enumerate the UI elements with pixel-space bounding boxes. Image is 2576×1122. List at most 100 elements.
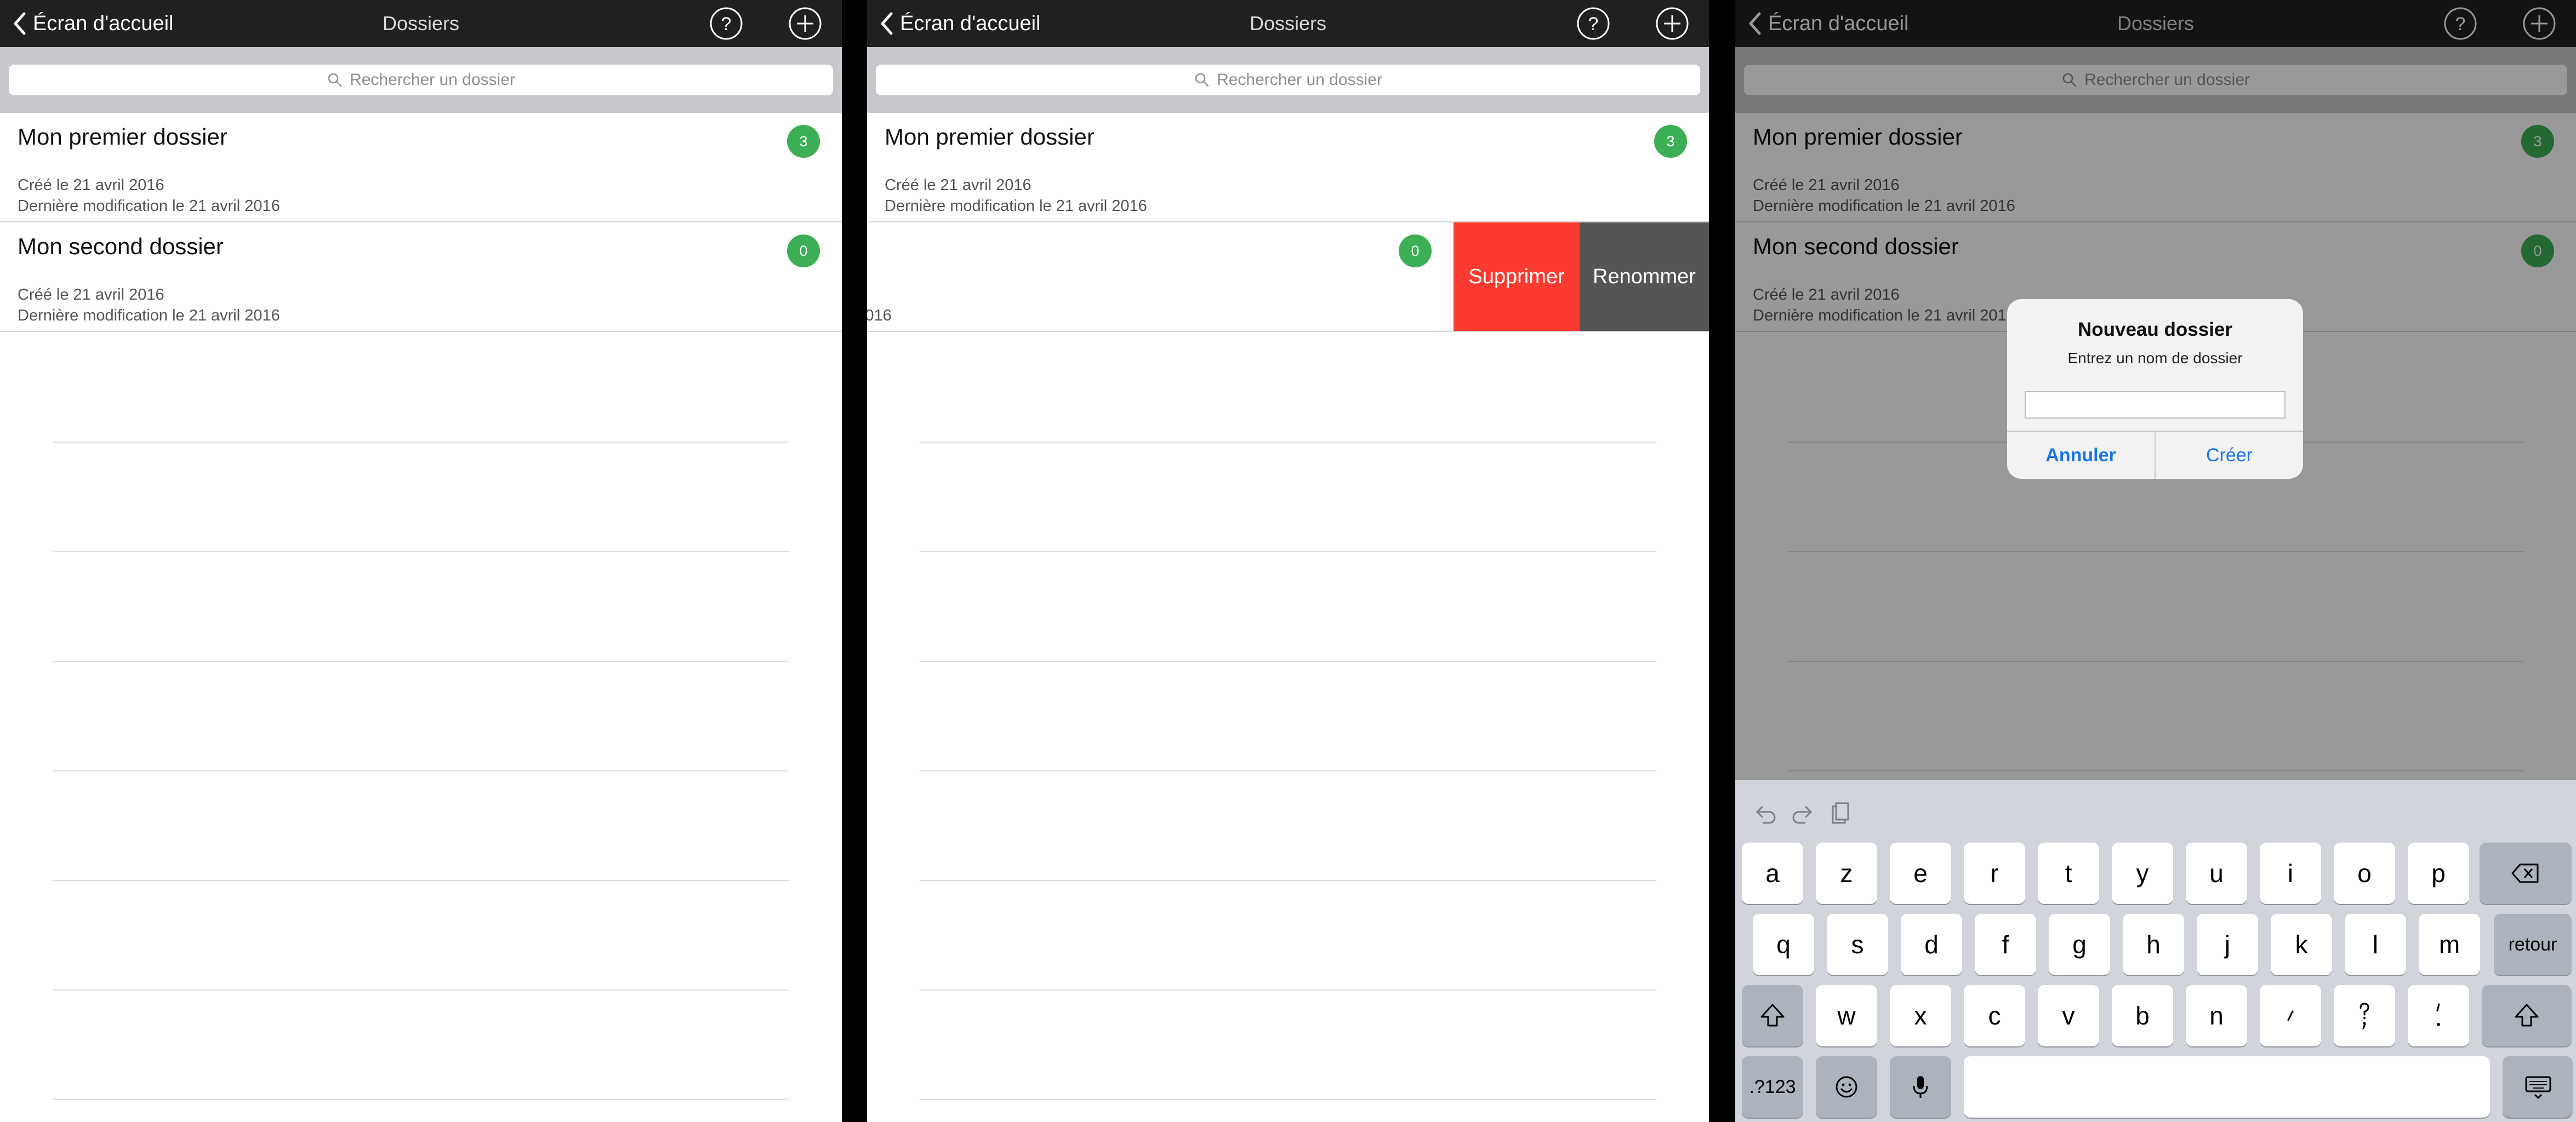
empty-row-separator [53,551,789,552]
back-button[interactable]: Écran d'accueil [879,9,1041,38]
key-letter[interactable]: g [2049,914,2110,975]
key-apostrophe-period[interactable] [2408,985,2469,1046]
help-circle-icon: ? [1577,7,1610,40]
dictation-key[interactable] [1890,1056,1951,1118]
chevron-left-icon [881,12,893,35]
key-letter[interactable]: n [2186,985,2247,1046]
paste-button[interactable] [1826,800,1854,827]
folder-name: Mon premier dossier [18,124,227,150]
folders-screen-swipe: Écran d'accueil Dossiers ? Rechercher un… [867,0,1709,1122]
search-input[interactable]: Rechercher un dossier [9,65,833,95]
help-button[interactable]: ? [1576,7,1610,41]
empty-row-separator [920,770,1656,771]
key-letter[interactable]: m [2419,914,2480,975]
emoji-key[interactable] [1816,1056,1877,1118]
key-letter[interactable]: x [1890,985,1951,1046]
hide-keyboard-key[interactable] [2506,1056,2571,1118]
redo-icon [1792,805,1813,824]
empty-row-separator [920,880,1656,881]
folder-row[interactable]: Mon premier dossier Créé le 21 avril 201… [0,113,842,222]
undo-button[interactable] [1752,800,1779,827]
search-input[interactable]: Rechercher un dossier [876,65,1700,95]
shift-key[interactable] [2482,985,2572,1046]
search-icon [328,73,342,87]
empty-row-separator [920,661,1656,662]
key-letter[interactable]: b [2112,985,2173,1046]
key-question-comma[interactable] [2334,985,2395,1046]
key-letter[interactable]: h [2123,914,2184,975]
folder-row[interactable]: Mon premier dossier Créé le 21 avril 201… [867,113,1709,222]
space-key[interactable] [1964,1056,2490,1118]
folder-name: Mon premier dossier [885,124,1095,150]
folder-row[interactable]: Mon second dossier Créé le 21 avril 2016… [0,222,842,332]
empty-row-separator [53,880,789,881]
key-letter[interactable]: r [1964,843,2025,904]
key-letter[interactable]: j [2197,914,2258,975]
folders-screen-default: Écran d'accueil Dossiers ? Rechercher un… [0,0,842,1122]
key-letter[interactable]: q [1753,914,1814,975]
key-letter[interactable]: f [1975,914,2036,975]
emoji-icon [1836,1076,1857,1098]
empty-row-separator [920,989,1656,991]
shift-icon [1760,1004,1785,1027]
cancel-button[interactable]: Annuler [2007,432,2156,479]
key-letter[interactable]: i [2260,843,2321,904]
key-letter[interactable]: z [1816,843,1877,904]
key-letter[interactable]: e [1890,843,1951,904]
key-letter[interactable]: l [2345,914,2406,975]
empty-row-separator [53,1099,789,1100]
key-letter[interactable]: d [1901,914,1962,975]
key-letter[interactable]: a [1742,843,1803,904]
back-button[interactable]: Écran d'accueil [12,9,174,38]
backspace-key[interactable] [2480,843,2572,904]
key-letter[interactable]: s [1827,914,1888,975]
keyboard-shortcut-bar [1735,780,2576,837]
folder-name: Mon second dossier [18,233,224,259]
folder-modified-date: Dernière modification le 21 avril 2016 [18,197,280,215]
acute-accent-icon [2287,1010,2294,1021]
folder-modified-date: Dernière modification le 21 avril 2016 [885,197,1147,215]
empty-row-separator [53,770,789,771]
key-letter[interactable]: t [2038,843,2099,904]
search-placeholder: Rechercher un dossier [1217,71,1382,89]
new-folder-alert: Nouveau dossier Entrez un nom de dossier… [2007,299,2303,479]
folder-name-input[interactable] [2025,391,2286,419]
key-letter[interactable]: c [1964,985,2025,1046]
key-letter[interactable]: k [2271,914,2332,975]
clipboard-icon [1832,802,1849,824]
key-accent[interactable] [2260,985,2321,1046]
key-letter[interactable]: y [2112,843,2173,904]
empty-row-separator [53,442,789,443]
navigation-bar: Écran d'accueil Dossiers ? [0,0,842,47]
key-letter[interactable]: p [2408,843,2469,904]
key-letter[interactable]: o [2334,843,2395,904]
key-letter[interactable]: v [2038,985,2099,1046]
apostrophe-period-icon [2436,1003,2440,1026]
add-folder-button[interactable] [1655,7,1689,41]
add-folder-button[interactable] [788,7,822,41]
question-comma-icon [2360,1003,2369,1029]
folder-created-date: Créé le 21 avril 2016 [885,176,1031,194]
folder-count-badge: 3 [1654,125,1687,158]
create-button[interactable]: Créer [2156,432,2303,479]
return-key[interactable]: retour [2494,914,2572,975]
folder-created-date: Créé le 21 avril 2016 [18,286,164,304]
search-icon [1195,73,1209,87]
empty-row-separator [920,1099,1656,1100]
folder-count-badge: 0 [1399,234,1432,267]
redo-button[interactable] [1789,800,1816,827]
key-letter[interactable]: u [2186,843,2247,904]
numbers-key[interactable]: .?123 [1742,1056,1803,1118]
key-letter[interactable]: w [1816,985,1877,1046]
add-circle-icon [789,7,822,40]
rename-button[interactable]: Renommer [1580,222,1709,331]
shift-key[interactable] [1742,985,1803,1046]
swipe-actions: Supprimer Renommer [1454,222,1709,331]
delete-button[interactable]: Supprimer [1454,222,1580,331]
svg-text:?: ? [1588,14,1599,35]
folder-row-swiped[interactable]: Mon second dossier Créé le 21 avril 2016… [867,222,1709,332]
microphone-icon [1913,1076,1928,1098]
back-button-label: Écran d'accueil [33,12,174,35]
folder-count-badge: 0 [787,234,820,267]
help-button[interactable]: ? [709,7,743,41]
